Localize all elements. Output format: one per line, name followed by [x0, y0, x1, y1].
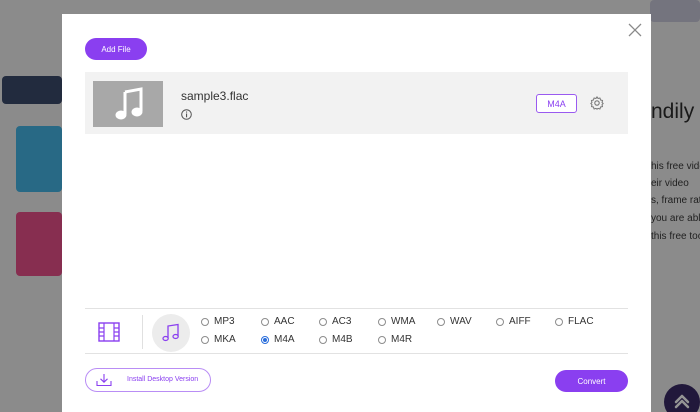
radio-dot [378, 317, 386, 326]
format-label: AC3 [332, 316, 352, 327]
format-label: AAC [274, 316, 295, 327]
gear-icon[interactable] [590, 96, 604, 110]
format-option-mp3[interactable]: MP3 [201, 316, 235, 327]
format-option-mka[interactable]: MKA [201, 334, 236, 345]
audio-format-tab[interactable] [152, 314, 190, 352]
install-desktop-button[interactable]: Install Desktop Version [85, 368, 211, 392]
install-desktop-label: Install Desktop Version [127, 376, 199, 383]
converter-dialog: Add File sample3.flac M4A MP3 AAC AC3 WM… [62, 14, 651, 412]
radio-dot [261, 317, 269, 326]
radio-dot [555, 317, 563, 326]
format-option-ac3[interactable]: AC3 [319, 316, 351, 327]
format-option-m4b[interactable]: M4B [319, 334, 353, 345]
format-option-aac[interactable]: AAC [261, 316, 295, 327]
format-selector: MP3 AAC AC3 WMA WAV AIFF FLAC MKA M4A M4… [85, 308, 628, 354]
file-row: sample3.flac M4A [85, 72, 628, 134]
radio-dot [201, 317, 209, 326]
format-option-flac[interactable]: FLAC [555, 316, 594, 327]
radio-dot [496, 317, 504, 326]
music-note-icon [115, 87, 143, 120]
info-icon[interactable] [181, 109, 192, 120]
format-label: AIFF [509, 316, 531, 327]
format-option-m4r[interactable]: M4R [378, 334, 412, 345]
tab-divider [142, 315, 143, 349]
format-label: M4R [391, 334, 413, 345]
format-label: WAV [450, 316, 472, 327]
format-option-aiff[interactable]: AIFF [496, 316, 531, 327]
video-format-tab-icon[interactable] [97, 320, 121, 344]
format-option-wma[interactable]: WMA [378, 316, 415, 327]
download-icon [96, 374, 112, 387]
format-option-wav[interactable]: WAV [437, 316, 472, 327]
add-file-button[interactable]: Add File [85, 38, 147, 60]
radio-dot-selected [261, 335, 269, 344]
file-thumbnail [93, 81, 163, 127]
format-label: WMA [391, 316, 416, 327]
radio-dot [378, 335, 386, 344]
radio-dot [319, 335, 327, 344]
format-label: FLAC [568, 316, 594, 327]
output-format-badge[interactable]: M4A [536, 94, 577, 113]
convert-button[interactable]: Convert [555, 370, 628, 392]
format-label: MP3 [214, 316, 235, 327]
format-label: M4B [332, 334, 353, 345]
file-name: sample3.flac [181, 89, 249, 103]
format-label: MKA [214, 334, 236, 345]
format-label: M4A [274, 334, 295, 345]
close-icon[interactable] [627, 22, 643, 38]
radio-dot [437, 317, 445, 326]
radio-dot [201, 335, 209, 344]
radio-dot [319, 317, 327, 326]
music-note-icon [162, 323, 179, 342]
format-option-m4a[interactable]: M4A [261, 334, 295, 345]
